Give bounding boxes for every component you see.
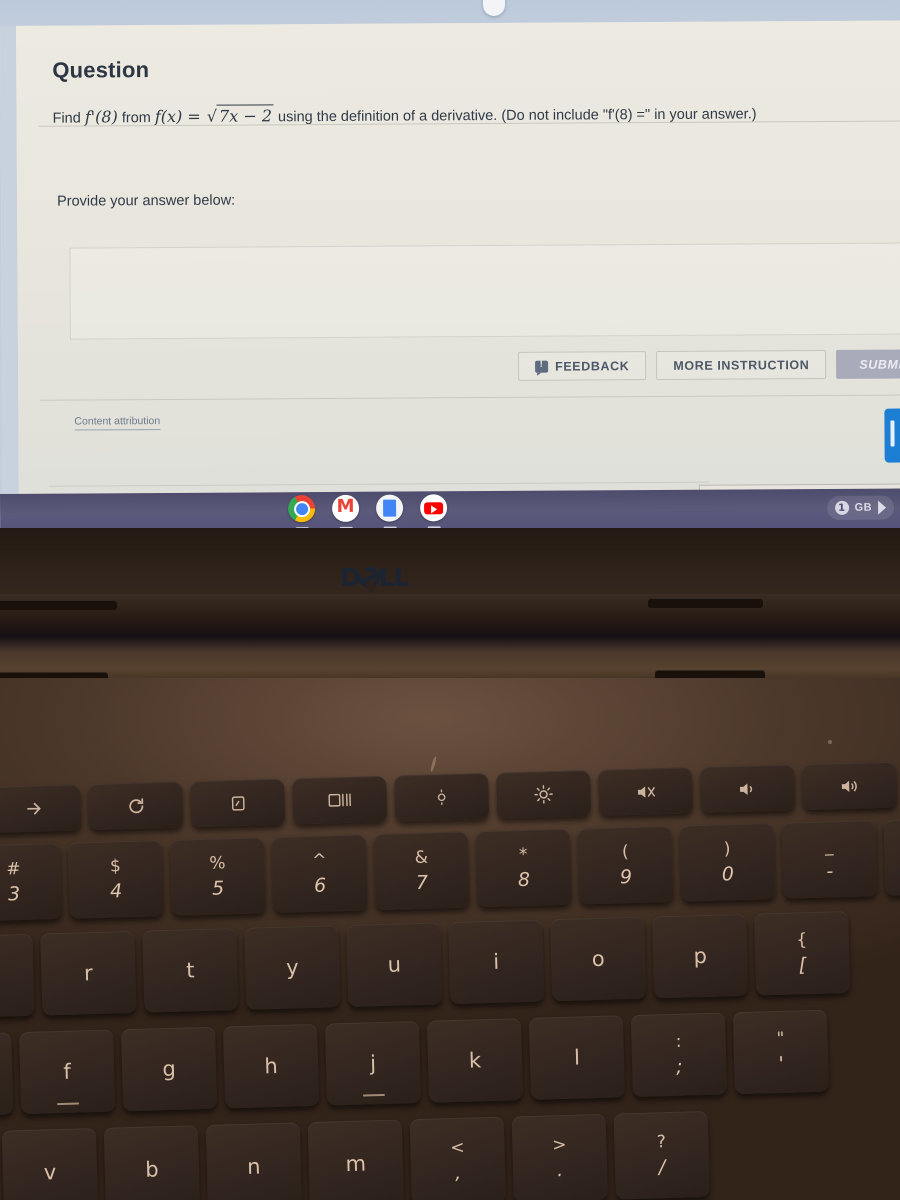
key-mute-icon[interactable] (597, 767, 694, 816)
page-content: Question Find f'(8) from f(x) = √ 7x − 2 … (15, 20, 900, 515)
key-forward-arrow-icon[interactable] (0, 784, 82, 833)
provide-answer-label: Provide your answer below: (57, 192, 236, 210)
key-reload-icon[interactable] (88, 781, 184, 831)
vent-slot (0, 600, 117, 610)
key-y[interactable]: y (244, 925, 341, 1010)
submit-button[interactable]: SUBMIT (836, 349, 900, 379)
key-;[interactable]: :; (630, 1012, 728, 1098)
key-h[interactable]: h (222, 1023, 320, 1109)
submit-button-label: SUBMIT (859, 356, 900, 372)
more-instruction-label: MORE INSTRUCTION (673, 357, 810, 373)
key-5[interactable]: % 5 (169, 837, 266, 916)
wifi-icon (878, 500, 887, 515)
key-j[interactable]: j (324, 1020, 422, 1106)
key-b[interactable]: b (103, 1125, 201, 1200)
dell-logo: D LL (340, 562, 424, 592)
chrome-icon[interactable] (288, 495, 316, 530)
keyboard-bottom-row: cvbnm<,>.?/ (0, 1110, 710, 1200)
more-instruction-button[interactable]: MORE INSTRUCTION (656, 349, 827, 380)
radical-sign: √ (206, 106, 218, 126)
key-brightness-up-icon[interactable] (495, 770, 592, 819)
key-k[interactable]: k (426, 1018, 524, 1103)
key-f[interactable]: f (19, 1029, 116, 1115)
laptop-screen: Question Find f'(8) from f(x) = √ 7x − 2 … (0, 0, 900, 540)
page-title: Question (52, 57, 150, 83)
laptop-body: D LL #3$4%5^6&7*8(9)0_-+= ertyuiop{[ dfgh… (0, 528, 900, 1200)
key-volume-down-icon[interactable] (699, 764, 796, 814)
key-=[interactable]: += (883, 817, 900, 896)
docs-icon[interactable] (376, 494, 404, 529)
key-v[interactable]: v (1, 1128, 99, 1200)
key-[[interactable]: {[ (754, 910, 851, 996)
key-4[interactable]: $4 (67, 840, 164, 919)
key-d[interactable]: d (0, 1032, 14, 1117)
key-/[interactable]: ? / (613, 1110, 710, 1200)
deck-speck (828, 740, 832, 744)
key-m[interactable]: m (307, 1119, 405, 1200)
answer-input[interactable] (69, 242, 900, 340)
key-8[interactable]: * 8 (475, 828, 572, 908)
keyboard: #3$4%5^6&7*8(9)0_-+= ertyuiop{[ dfghjkl:… (0, 761, 900, 1200)
dell-logo-d: D (340, 562, 361, 592)
prompt-fx: f(x) = (154, 106, 201, 127)
keyboard-home-row: dfghjkl:;"' (0, 1009, 830, 1117)
action-buttons: FEEDBACK MORE INSTRUCTION SUBMIT (518, 349, 900, 381)
key-3[interactable]: #3 (0, 842, 62, 922)
key-brightness-down-icon[interactable] (394, 772, 490, 822)
browser-page: Question Find f'(8) from f(x) = √ 7x − 2 … (0, 20, 900, 515)
key-l[interactable]: l (528, 1015, 626, 1100)
prompt-from: from (121, 110, 151, 127)
keyboard-qwerty-row: ertyuiop{[ (0, 910, 851, 1019)
key-g[interactable]: g (121, 1026, 218, 1112)
key-.[interactable]: >. (511, 1113, 608, 1200)
divider (48, 481, 709, 487)
key-,[interactable]: <, (409, 1116, 506, 1200)
key--[interactable]: _ - (781, 820, 878, 899)
key-e[interactable]: e (0, 933, 35, 1019)
key-t[interactable]: t (142, 928, 239, 1013)
key-0[interactable]: ) 0 (679, 823, 776, 902)
key-7[interactable]: & 7 (373, 831, 470, 911)
dell-logo-ll: LL (378, 562, 410, 592)
key-u[interactable]: u (346, 922, 443, 1007)
dell-logo-e (358, 566, 380, 588)
key-6[interactable]: ^ 6 (271, 834, 368, 914)
key-n[interactable]: n (205, 1122, 303, 1200)
key-'[interactable]: " ' (732, 1009, 830, 1095)
key-o[interactable]: o (550, 916, 647, 1002)
feedback-button-label: FEEDBACK (555, 358, 630, 374)
help-widget-button[interactable] (884, 408, 900, 463)
prompt-lead: Find (52, 110, 81, 127)
feedback-button[interactable]: FEEDBACK (518, 351, 647, 381)
divider (40, 394, 900, 401)
key-fullscreen-icon[interactable] (190, 778, 286, 828)
key-volume-up-icon[interactable] (801, 761, 898, 811)
keyboard-number-row: #3$4%5^6&7*8(9)0_-+= (0, 817, 900, 922)
question-card: Question Find f'(8) from f(x) = √ 7x − 2 … (32, 38, 900, 128)
content-attribution-link[interactable]: Content attribution (74, 415, 161, 431)
prompt-fprime: f'(8) (84, 107, 118, 127)
notification-count-icon: 1 (834, 500, 849, 515)
key-overview-windows-icon[interactable] (292, 775, 388, 825)
shelf-status-tray[interactable]: 1 GB (826, 495, 895, 520)
keyboard-language-indicator: GB (854, 501, 873, 514)
key-i[interactable]: i (448, 919, 545, 1005)
feedback-icon (535, 360, 549, 373)
key-p[interactable]: p (652, 913, 749, 999)
gmail-icon[interactable] (332, 494, 360, 529)
key-9[interactable]: (9 (577, 825, 674, 905)
key-r[interactable]: r (40, 930, 137, 1016)
vent-slot (648, 598, 763, 608)
shelf-app-list (288, 494, 448, 530)
laptop-hinge (0, 594, 900, 696)
youtube-icon[interactable] (420, 494, 448, 529)
deck-speck (429, 755, 438, 773)
